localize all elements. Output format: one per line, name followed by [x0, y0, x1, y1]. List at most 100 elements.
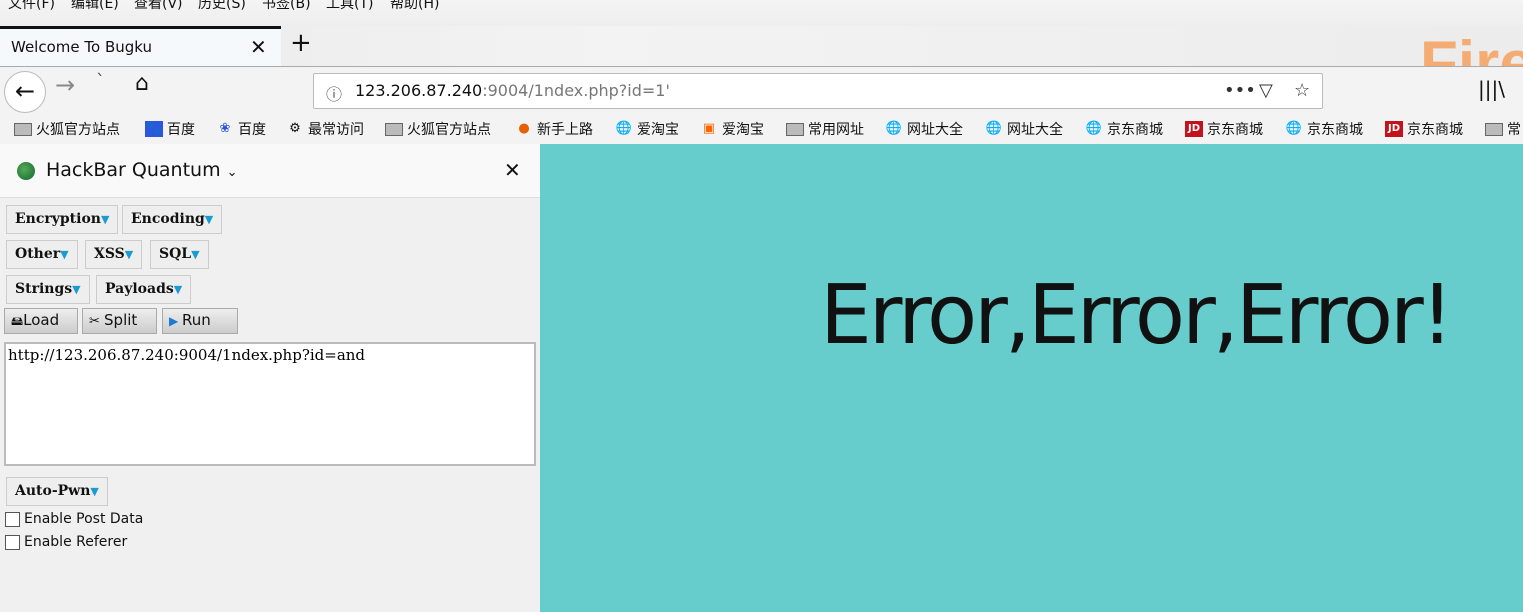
load-button[interactable]: 🖴Load	[4, 308, 78, 334]
bookmark-item[interactable]: 🌐 京东商城	[1285, 119, 1363, 139]
library-icon[interactable]: |||\	[1478, 77, 1505, 101]
checkbox-label: Enable Referer	[24, 534, 128, 550]
bookmark-item[interactable]: 火狐官方站点	[14, 119, 120, 139]
other-menu[interactable]: Other▼	[6, 240, 78, 269]
encoding-menu[interactable]: Encoding▼	[122, 205, 223, 234]
bookmark-label: 新手上路	[537, 122, 593, 138]
page-content: Error,Error,Error!	[540, 144, 1523, 612]
menu-label: Other	[15, 246, 61, 262]
run-button[interactable]: ▶ Run	[162, 308, 238, 334]
info-icon[interactable]: ⓘ	[326, 81, 342, 105]
error-message: Error,Error,Error!	[820, 268, 1454, 363]
back-arrow-icon[interactable]: ←	[4, 71, 46, 113]
payloads-menu[interactable]: Payloads▼	[96, 275, 192, 304]
globe-icon: 🌐	[615, 121, 633, 136]
menu-label: Strings	[15, 281, 73, 297]
bookmark-label: 常	[1507, 122, 1521, 138]
bookmark-label: 京东商城	[1307, 122, 1363, 138]
bookmarks-bar: 火狐官方站点 🐾 百度 ❀ 百度 ⚙ 最常访问 火狐官方站点 ● 新手上路 🌐 爱淘宝 ▣ 爱淘宝 常用网址…	[0, 114, 1523, 144]
strings-menu[interactable]: Strings▼	[6, 275, 90, 304]
firefox-icon: ●	[518, 121, 530, 136]
more-icon[interactable]: •••	[1224, 80, 1256, 101]
bookmark-item[interactable]: 🌐 网址大全	[985, 119, 1063, 139]
load-icon: 🖴	[11, 314, 24, 328]
bookmark-item[interactable]: 常用网址	[786, 119, 864, 139]
bookmark-item[interactable]: ● 新手上路	[515, 119, 593, 139]
chevron-down-icon: ⌄	[226, 165, 238, 180]
hackbar-header: HackBar Quantum ⌄ ✕	[0, 144, 540, 198]
autopwn-menu[interactable]: Auto-Pwn▼	[6, 477, 108, 506]
dropdown-triangle-icon: ▼	[204, 213, 214, 226]
url-bar[interactable]: ⓘ 123.206.87.240:9004/1ndex.php?id=1' ••…	[313, 73, 1323, 109]
xss-menu[interactable]: XSS▼	[85, 240, 143, 269]
bookmark-item[interactable]: ⚙ 最常访问	[286, 119, 364, 139]
bookmark-item[interactable]: ❀ 百度	[216, 119, 266, 139]
bookmark-item[interactable]: 火狐官方站点	[385, 119, 491, 139]
folder-icon	[1485, 122, 1503, 136]
tab-active[interactable]: Welcome To Bugku ✕	[0, 26, 281, 66]
globe-icon: 🌐	[985, 121, 1003, 136]
reload-icon[interactable]: `	[96, 71, 105, 92]
bookmark-item[interactable]: JD 京东商城	[1385, 119, 1463, 139]
sql-menu[interactable]: SQL▼	[150, 240, 209, 269]
enable-post-data-checkbox[interactable]: Enable Post Data	[5, 511, 143, 527]
url-host: 123.206.87.240	[355, 81, 483, 100]
baidu-du-icon: ❀	[219, 121, 231, 136]
menu-history[interactable]: 历史(S)	[198, 0, 246, 13]
bookmark-label: 网址大全	[1007, 122, 1063, 138]
bookmark-item[interactable]: 🌐 网址大全	[885, 119, 963, 139]
close-sidebar-icon[interactable]: ✕	[504, 158, 521, 182]
hackbar-sidebar: HackBar Quantum ⌄ ✕ Encryption▼ Encoding…	[0, 144, 540, 612]
menu-label: Encryption	[15, 211, 101, 227]
close-tab-icon[interactable]: ✕	[250, 35, 267, 59]
new-tab-icon[interactable]: +	[290, 28, 312, 58]
url-path: :9004/1ndex.php?id=1'	[482, 81, 670, 100]
url-text: 123.206.87.240:9004/1ndex.php?id=1'	[355, 81, 670, 100]
split-label: Split	[104, 311, 138, 329]
encryption-menu[interactable]: Encryption▼	[6, 205, 119, 234]
bookmark-item[interactable]: 🌐 京东商城	[1085, 119, 1163, 139]
bookmark-item[interactable]: ▣ 爱淘宝	[700, 119, 764, 139]
menu-view[interactable]: 查看(V)	[134, 0, 183, 13]
bookmark-item[interactable]: 🐾 百度	[145, 119, 195, 139]
menu-label: Auto-Pwn	[15, 483, 91, 499]
play-icon: ▶	[169, 314, 183, 328]
taobao-icon: ▣	[702, 121, 716, 136]
dropdown-triangle-icon: ▼	[124, 248, 134, 261]
menu-file[interactable]: 文件(F)	[8, 0, 55, 13]
bookmark-item[interactable]: 常	[1485, 119, 1521, 139]
bookmark-label: 百度	[167, 122, 195, 138]
hackbar-title-text: HackBar Quantum	[46, 159, 221, 181]
bookmark-label: 爱淘宝	[637, 122, 679, 138]
bookmark-label: 京东商城	[1207, 122, 1263, 138]
bookmark-label: 京东商城	[1407, 122, 1463, 138]
globe-icon: 🌐	[885, 121, 903, 136]
bookmark-label: 爱淘宝	[722, 122, 764, 138]
load-label: Load	[23, 311, 60, 329]
menu-label: XSS	[94, 246, 125, 262]
forward-arrow-icon[interactable]: →	[55, 71, 75, 99]
checkbox-label: Enable Post Data	[24, 511, 144, 527]
split-button[interactable]: ✂ Split	[82, 308, 157, 334]
home-icon[interactable]: ⌂	[135, 71, 149, 96]
tab-title: Welcome To Bugku	[11, 38, 152, 56]
checkbox[interactable]	[5, 511, 20, 527]
enable-referer-checkbox[interactable]: Enable Referer	[5, 534, 127, 550]
pocket-icon[interactable]: ▽	[1259, 80, 1273, 101]
globe-icon: 🌐	[1085, 121, 1103, 136]
menu-label: Payloads	[105, 281, 174, 297]
hackbar-title[interactable]: HackBar Quantum ⌄	[46, 159, 238, 181]
menu-help[interactable]: 帮助(H)	[390, 0, 439, 13]
hackbar-url-input[interactable]: http://123.206.87.240:9004/1ndex.php?id=…	[4, 342, 536, 466]
bookmark-item[interactable]: 🌐 爱淘宝	[615, 119, 679, 139]
bookmark-item[interactable]: JD 京东商城	[1185, 119, 1263, 139]
menu-edit[interactable]: 编辑(E)	[71, 0, 119, 13]
menu-bookmarks[interactable]: 书签(B)	[262, 0, 311, 13]
bookmark-label: 百度	[238, 122, 266, 138]
menu-tools[interactable]: 工具(T)	[326, 0, 373, 13]
dropdown-triangle-icon: ▼	[72, 283, 81, 296]
star-icon[interactable]: ☆	[1294, 80, 1310, 101]
checkbox[interactable]	[5, 534, 20, 550]
run-label: Run	[182, 311, 211, 329]
menu-bar: 文件(F) 编辑(E) 查看(V) 历史(S) 书签(B) 工具(T) 帮助(H…	[0, 0, 1523, 26]
